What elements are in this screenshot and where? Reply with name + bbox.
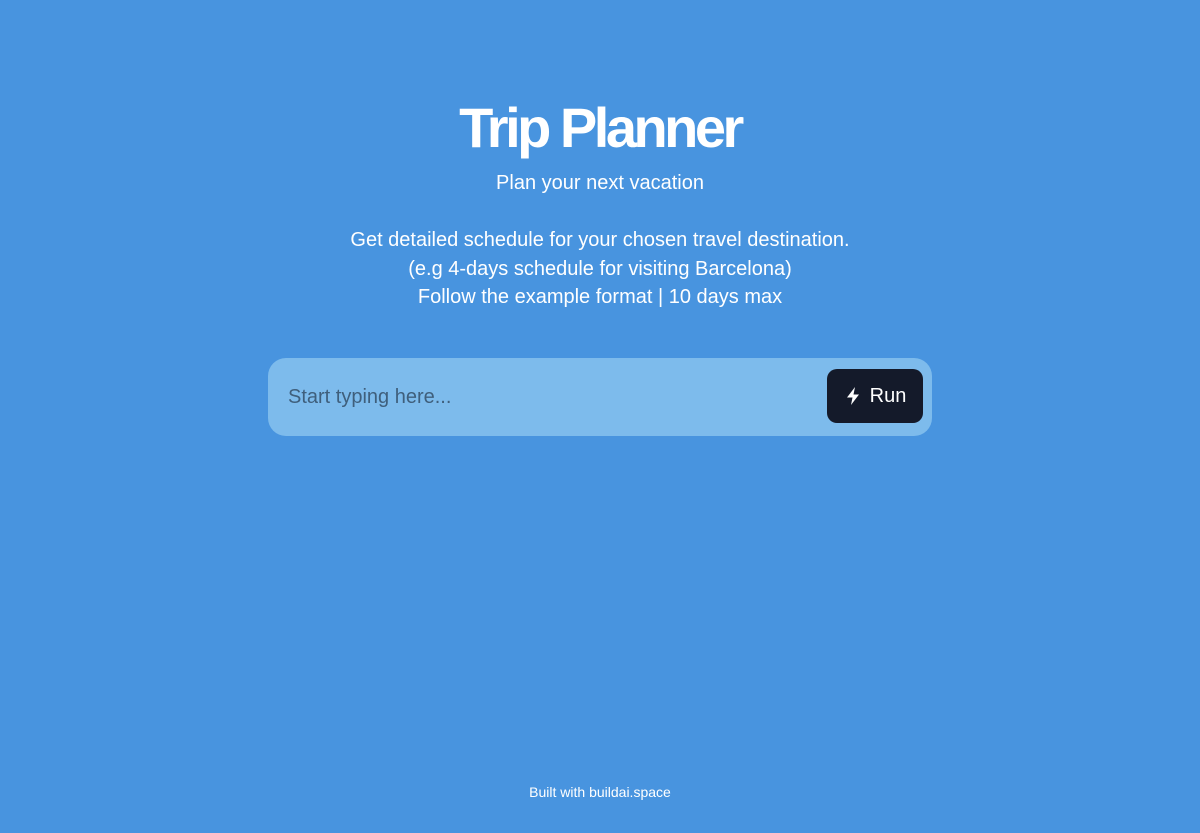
run-button-label: Run: [869, 384, 907, 407]
prompt-bar: Run: [268, 358, 932, 436]
description-line: (e.g 4-days schedule for visiting Barcel…: [408, 257, 792, 280]
run-button[interactable]: Run: [827, 369, 923, 423]
description-line: Get detailed schedule for your chosen tr…: [350, 229, 850, 251]
prompt-input[interactable]: [288, 377, 818, 417]
page-subtitle: Plan your next vacation: [496, 172, 704, 194]
page-title: Trip Planner: [459, 96, 744, 159]
lightning-bolt-icon: [844, 386, 862, 406]
description-line: Follow the example format | 10 days max: [417, 286, 783, 308]
description: Get detailed schedule for your chosen tr…: [0, 226, 1200, 312]
footer-credit: Built with buildai.space: [529, 784, 671, 800]
